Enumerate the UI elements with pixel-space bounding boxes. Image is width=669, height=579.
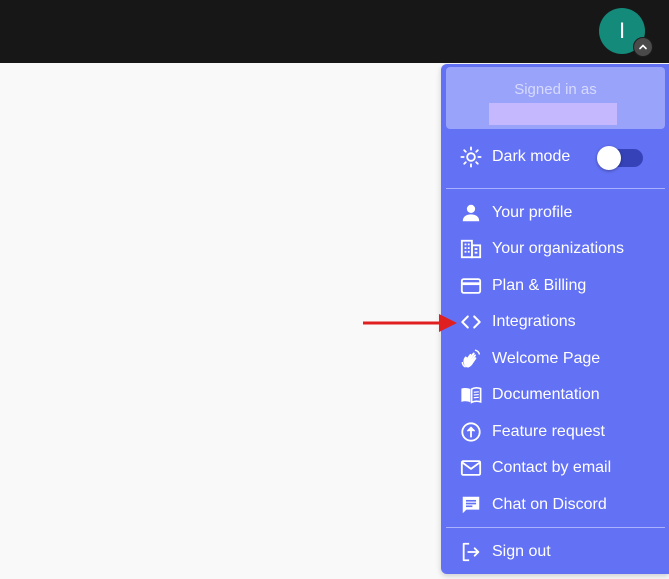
annotation-arrow-icon xyxy=(363,312,457,334)
avatar-initial: I xyxy=(618,18,626,43)
arrow-up-circle-icon xyxy=(459,420,483,444)
waving-hand-icon xyxy=(459,347,483,371)
book-icon xyxy=(459,383,483,407)
signed-in-header: Signed in as xyxy=(446,67,665,129)
credit-card-icon xyxy=(459,274,483,298)
person-icon xyxy=(459,201,483,225)
menu-item-your-organizations[interactable]: Your organizations xyxy=(446,232,665,266)
menu-item-contact-by-email[interactable]: Contact by email xyxy=(446,451,665,485)
menu-item-welcome-page[interactable]: Welcome Page xyxy=(446,342,665,376)
menu-item-feature-request[interactable]: Feature request xyxy=(446,415,665,449)
menu-item-label: Chat on Discord xyxy=(492,496,607,513)
menu-item-label: Your organizations xyxy=(492,240,624,257)
sign-out-label: Sign out xyxy=(492,543,551,560)
menu-item-label: Plan & Billing xyxy=(492,277,587,294)
dark-mode-row[interactable]: Dark mode xyxy=(446,140,665,174)
signed-in-label: Signed in as xyxy=(514,81,597,98)
mail-icon xyxy=(459,456,483,480)
menu-item-label: Feature request xyxy=(492,423,605,440)
redacted-email xyxy=(489,103,617,125)
menu-item-plan-billing[interactable]: Plan & Billing xyxy=(446,269,665,303)
sign-out-button[interactable]: Sign out xyxy=(446,535,665,569)
menu-divider xyxy=(446,527,665,528)
toggle-knob xyxy=(597,146,621,170)
sun-icon xyxy=(459,145,483,169)
menu-item-label: Welcome Page xyxy=(492,350,601,367)
chat-icon xyxy=(459,493,483,517)
chevron-up-icon[interactable] xyxy=(633,37,653,57)
dark-mode-toggle[interactable] xyxy=(597,146,643,170)
building-icon xyxy=(459,237,483,261)
menu-item-your-profile[interactable]: Your profile xyxy=(446,196,665,230)
menu-item-label: Your profile xyxy=(492,204,573,221)
menu-divider xyxy=(446,188,665,189)
dark-mode-label: Dark mode xyxy=(492,148,571,165)
code-icon xyxy=(459,310,483,334)
menu-item-documentation[interactable]: Documentation xyxy=(446,378,665,412)
menu-item-label: Integrations xyxy=(492,313,576,330)
menu-item-label: Documentation xyxy=(492,386,600,403)
menu-item-integrations[interactable]: Integrations xyxy=(446,305,665,339)
menu-item-label: Contact by email xyxy=(492,459,612,476)
user-dropdown-menu: Signed in as Dark mode Your profile Your… xyxy=(441,64,669,574)
menu-item-chat-on-discord[interactable]: Chat on Discord xyxy=(446,488,665,522)
top-bar xyxy=(0,0,669,63)
sign-out-icon xyxy=(459,540,483,564)
